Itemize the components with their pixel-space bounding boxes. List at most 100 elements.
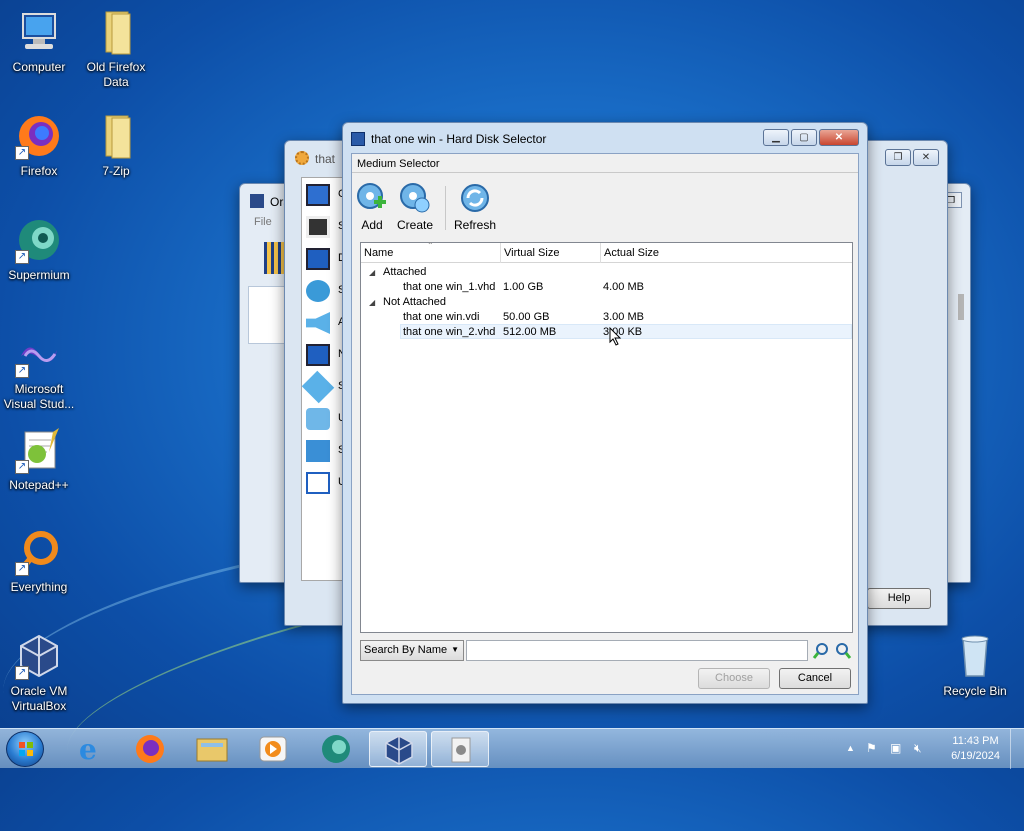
- medium-name: that one win.vdi: [403, 311, 480, 323]
- desktop-icon-label: Old Firefox Data: [86, 60, 146, 89]
- search-mode-select[interactable]: Search By Name ▼: [360, 640, 464, 661]
- tree-group-not-attached[interactable]: ◢ Not Attached: [361, 295, 852, 310]
- volume-muted-icon[interactable]: 🔇︎: [914, 741, 922, 756]
- column-header-actual-size[interactable]: Actual Size: [604, 247, 659, 259]
- desktop-icon-label: Microsoft Visual Stud...: [3, 382, 75, 411]
- user-interface-icon[interactable]: [306, 472, 330, 494]
- column-separator[interactable]: [600, 243, 601, 263]
- expand-triangle-icon[interactable]: ◢: [369, 265, 375, 280]
- menu-file[interactable]: File: [254, 216, 272, 228]
- refresh-button[interactable]: Refresh: [452, 182, 498, 232]
- search-input[interactable]: [466, 640, 808, 661]
- tree-row[interactable]: that one win_1.vhd 1.00 GB 4.00 MB: [401, 280, 852, 295]
- desktop-icon-label: Recycle Bin: [943, 684, 1007, 698]
- add-disk-icon: [356, 182, 388, 214]
- taskbar-settings-window[interactable]: [431, 731, 489, 767]
- storage-icon[interactable]: [306, 280, 330, 302]
- system-icon[interactable]: [306, 216, 330, 238]
- column-separator[interactable]: [500, 243, 501, 263]
- desktop-icon-notepad-plus-plus[interactable]: ↗ Notepad++: [1, 426, 77, 493]
- desktop-icon-recycle-bin[interactable]: Recycle Bin: [937, 632, 1013, 699]
- tree-row[interactable]: that one win.vdi 50.00 GB 3.00 MB: [401, 310, 852, 325]
- column-header-name[interactable]: Name: [364, 247, 393, 259]
- group-label: Attached: [383, 266, 427, 278]
- show-desktop-button[interactable]: [1010, 729, 1024, 769]
- taskbar-internet-explorer[interactable]: e: [61, 731, 119, 767]
- desktop-icon-virtualbox[interactable]: ↗ Oracle VM VirtualBox: [1, 632, 77, 714]
- start-button[interactable]: [6, 731, 44, 767]
- folder-icon: [92, 8, 140, 56]
- hard-disk-selector-dialog[interactable]: that one win - Hard Disk Selector ▁ ▢ ✕ …: [342, 122, 868, 704]
- menu-medium-selector[interactable]: Medium Selector: [357, 158, 440, 170]
- audio-icon[interactable]: [306, 312, 330, 334]
- tools-icon[interactable]: [264, 242, 286, 274]
- tree-row-hovered[interactable]: that one win_2.vhd 512.00 MB 3.00 KB: [400, 324, 852, 339]
- expand-triangle-icon[interactable]: ◢: [369, 295, 375, 310]
- desktop-icon-7zip[interactable]: 7-Zip: [78, 112, 154, 179]
- vbox-title-icon: [250, 194, 264, 208]
- group-label: Not Attached: [383, 296, 446, 308]
- taskbar-virtualbox[interactable]: [369, 731, 427, 767]
- display-icon[interactable]: [306, 248, 330, 270]
- close-button[interactable]: ✕: [819, 129, 859, 146]
- desktop-icon-everything[interactable]: ↗ Everything: [1, 528, 77, 595]
- show-hidden-icons-icon[interactable]: ▲: [846, 743, 855, 753]
- desktop-icon-label: Everything: [10, 580, 68, 594]
- toolbar-separator: [445, 186, 446, 230]
- restore-button[interactable]: ❐: [885, 149, 911, 166]
- search-next-icon[interactable]: [834, 642, 852, 660]
- menu-divider: [352, 172, 858, 173]
- desktop-icon-old-firefox-data[interactable]: Old Firefox Data: [78, 8, 154, 90]
- choose-button[interactable]: Choose: [698, 668, 770, 689]
- desktop-icon-supermium[interactable]: ↗ Supermium: [1, 216, 77, 283]
- desktop-icon-firefox[interactable]: ↗ Firefox: [1, 112, 77, 179]
- desktop-icon-label: Oracle VM VirtualBox: [10, 684, 68, 713]
- desktop-icon-computer[interactable]: Computer: [1, 8, 77, 75]
- network-icon[interactable]: ▣: [890, 741, 901, 755]
- help-button[interactable]: Help: [867, 588, 931, 609]
- usb-icon[interactable]: [306, 408, 330, 430]
- medium-virtual-size: 512.00 MB: [503, 326, 557, 338]
- close-button[interactable]: ✕: [913, 149, 939, 166]
- supermium-icon: [322, 735, 350, 763]
- supermium-icon: ↗: [15, 216, 63, 264]
- taskbar-clock[interactable]: 11:43 PM 6/19/2024: [951, 734, 1000, 764]
- cancel-button[interactable]: Cancel: [779, 668, 851, 689]
- column-header-virtual-size[interactable]: Virtual Size: [504, 247, 559, 259]
- shared-folders-icon[interactable]: [306, 440, 330, 462]
- taskbar-file-explorer[interactable]: [183, 731, 241, 767]
- medium-name: that one win_1.vhd: [403, 281, 496, 293]
- taskbar-firefox[interactable]: [121, 731, 179, 767]
- settings-category-list[interactable]: G S D S A N S U S U: [301, 177, 347, 581]
- network-icon[interactable]: [306, 344, 330, 366]
- medium-tree[interactable]: Name ⌃ Virtual Size Actual Size ◢ Attach…: [360, 241, 853, 633]
- general-icon[interactable]: [306, 184, 330, 206]
- shortcut-arrow-icon: ↗: [15, 364, 29, 378]
- internet-explorer-icon: e: [79, 733, 97, 766]
- refresh-label: Refresh: [453, 218, 497, 232]
- notepad-plus-plus-icon: ↗: [15, 426, 63, 474]
- tree-group-attached[interactable]: ◢ Attached: [361, 265, 852, 280]
- create-disk-icon: [399, 182, 431, 214]
- sort-up-icon: ⌃: [427, 241, 434, 250]
- serial-ports-icon[interactable]: [301, 370, 335, 404]
- scrollbar[interactable]: [958, 294, 964, 320]
- refresh-icon: [459, 182, 491, 214]
- taskbar-media-player[interactable]: [244, 731, 302, 767]
- add-button[interactable]: Add: [356, 182, 388, 232]
- search-previous-icon[interactable]: [812, 642, 830, 660]
- settings-icon: [451, 737, 471, 763]
- minimize-button[interactable]: ▁: [763, 129, 789, 146]
- action-center-flag-icon[interactable]: ⚑: [866, 741, 877, 755]
- medium-virtual-size: 50.00 GB: [503, 311, 550, 323]
- create-button[interactable]: Create: [396, 182, 434, 232]
- maximize-button[interactable]: ▢: [791, 129, 817, 146]
- desktop-icon-label: 7-Zip: [102, 164, 130, 178]
- desktop-icon-visual-studio[interactable]: ↗ Microsoft Visual Stud...: [1, 330, 77, 412]
- virtualbox-icon: [385, 735, 413, 765]
- create-label: Create: [396, 218, 434, 232]
- desktop-icon-label: Notepad++: [9, 478, 69, 492]
- clock-date: 6/19/2024: [951, 750, 1000, 762]
- taskbar-supermium[interactable]: [307, 731, 365, 767]
- shortcut-arrow-icon: ↗: [15, 250, 29, 264]
